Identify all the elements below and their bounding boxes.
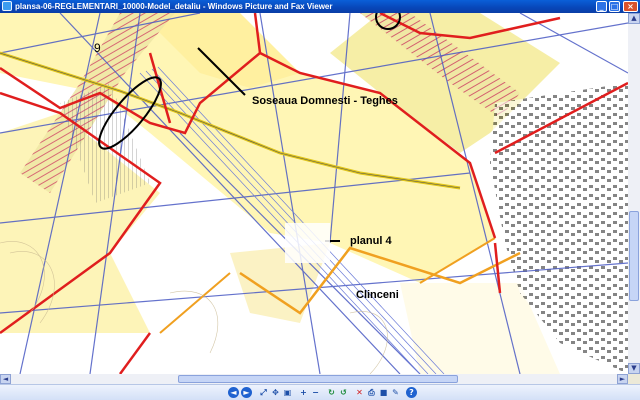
zoom-out-button[interactable]: −	[310, 387, 321, 398]
open-for-editing-button[interactable]: ✎	[390, 387, 401, 398]
vertical-scroll-thumb[interactable]	[629, 211, 639, 301]
next-image-button[interactable]: ►	[241, 387, 252, 398]
help-button[interactable]: ?	[406, 387, 417, 398]
rotate-clockwise-button[interactable]: ↻	[326, 387, 337, 398]
rotate-counterclockwise-button[interactable]: ↺	[338, 387, 349, 398]
zoom-in-button[interactable]: +	[298, 387, 309, 398]
close-button[interactable]: ×	[623, 1, 638, 12]
minimize-button[interactable]: _	[596, 1, 607, 12]
best-fit-button[interactable]: ⤢	[258, 387, 269, 398]
map-image[interactable]: Soseaua Domnesti - Teghes planul 4 Clinc…	[0, 13, 628, 374]
scroll-down-arrow[interactable]: ▼	[628, 363, 640, 374]
horizontal-scrollbar[interactable]: ◄ ►	[0, 374, 628, 384]
previous-image-button[interactable]: ◄	[228, 387, 239, 398]
maximize-button[interactable]: □	[609, 1, 620, 12]
actual-size-button[interactable]: ✥	[270, 387, 281, 398]
save-button[interactable]: ■	[378, 387, 389, 398]
viewer-toolbar: ◄ ► ⤢ ✥ ▣ + − ↻ ↺ ✕ ⎙ ■ ✎ ?	[0, 384, 640, 400]
map-drawing	[0, 13, 628, 374]
delete-button[interactable]: ✕	[354, 387, 365, 398]
title-bar: plansa-06-REGLEMENTARI_10000-Model_detal…	[0, 0, 640, 13]
window-title: plansa-06-REGLEMENTARI_10000-Model_detal…	[15, 2, 333, 11]
scroll-right-arrow[interactable]: ►	[617, 374, 628, 384]
print-button[interactable]: ⎙	[366, 387, 377, 398]
sheet-number-label: 9	[94, 41, 101, 55]
scroll-up-arrow[interactable]: ▲	[628, 13, 640, 24]
slideshow-button[interactable]: ▣	[282, 387, 293, 398]
village-label: Clinceni	[356, 289, 399, 301]
app-icon	[2, 1, 12, 11]
plan-label: planul 4	[350, 235, 392, 247]
horizontal-scroll-thumb[interactable]	[178, 375, 458, 383]
road-label: Soseaua Domnesti - Teghes	[252, 95, 398, 107]
scroll-corner	[628, 374, 640, 384]
vertical-scrollbar[interactable]: ▲ ▼	[628, 13, 640, 374]
scroll-left-arrow[interactable]: ◄	[0, 374, 11, 384]
